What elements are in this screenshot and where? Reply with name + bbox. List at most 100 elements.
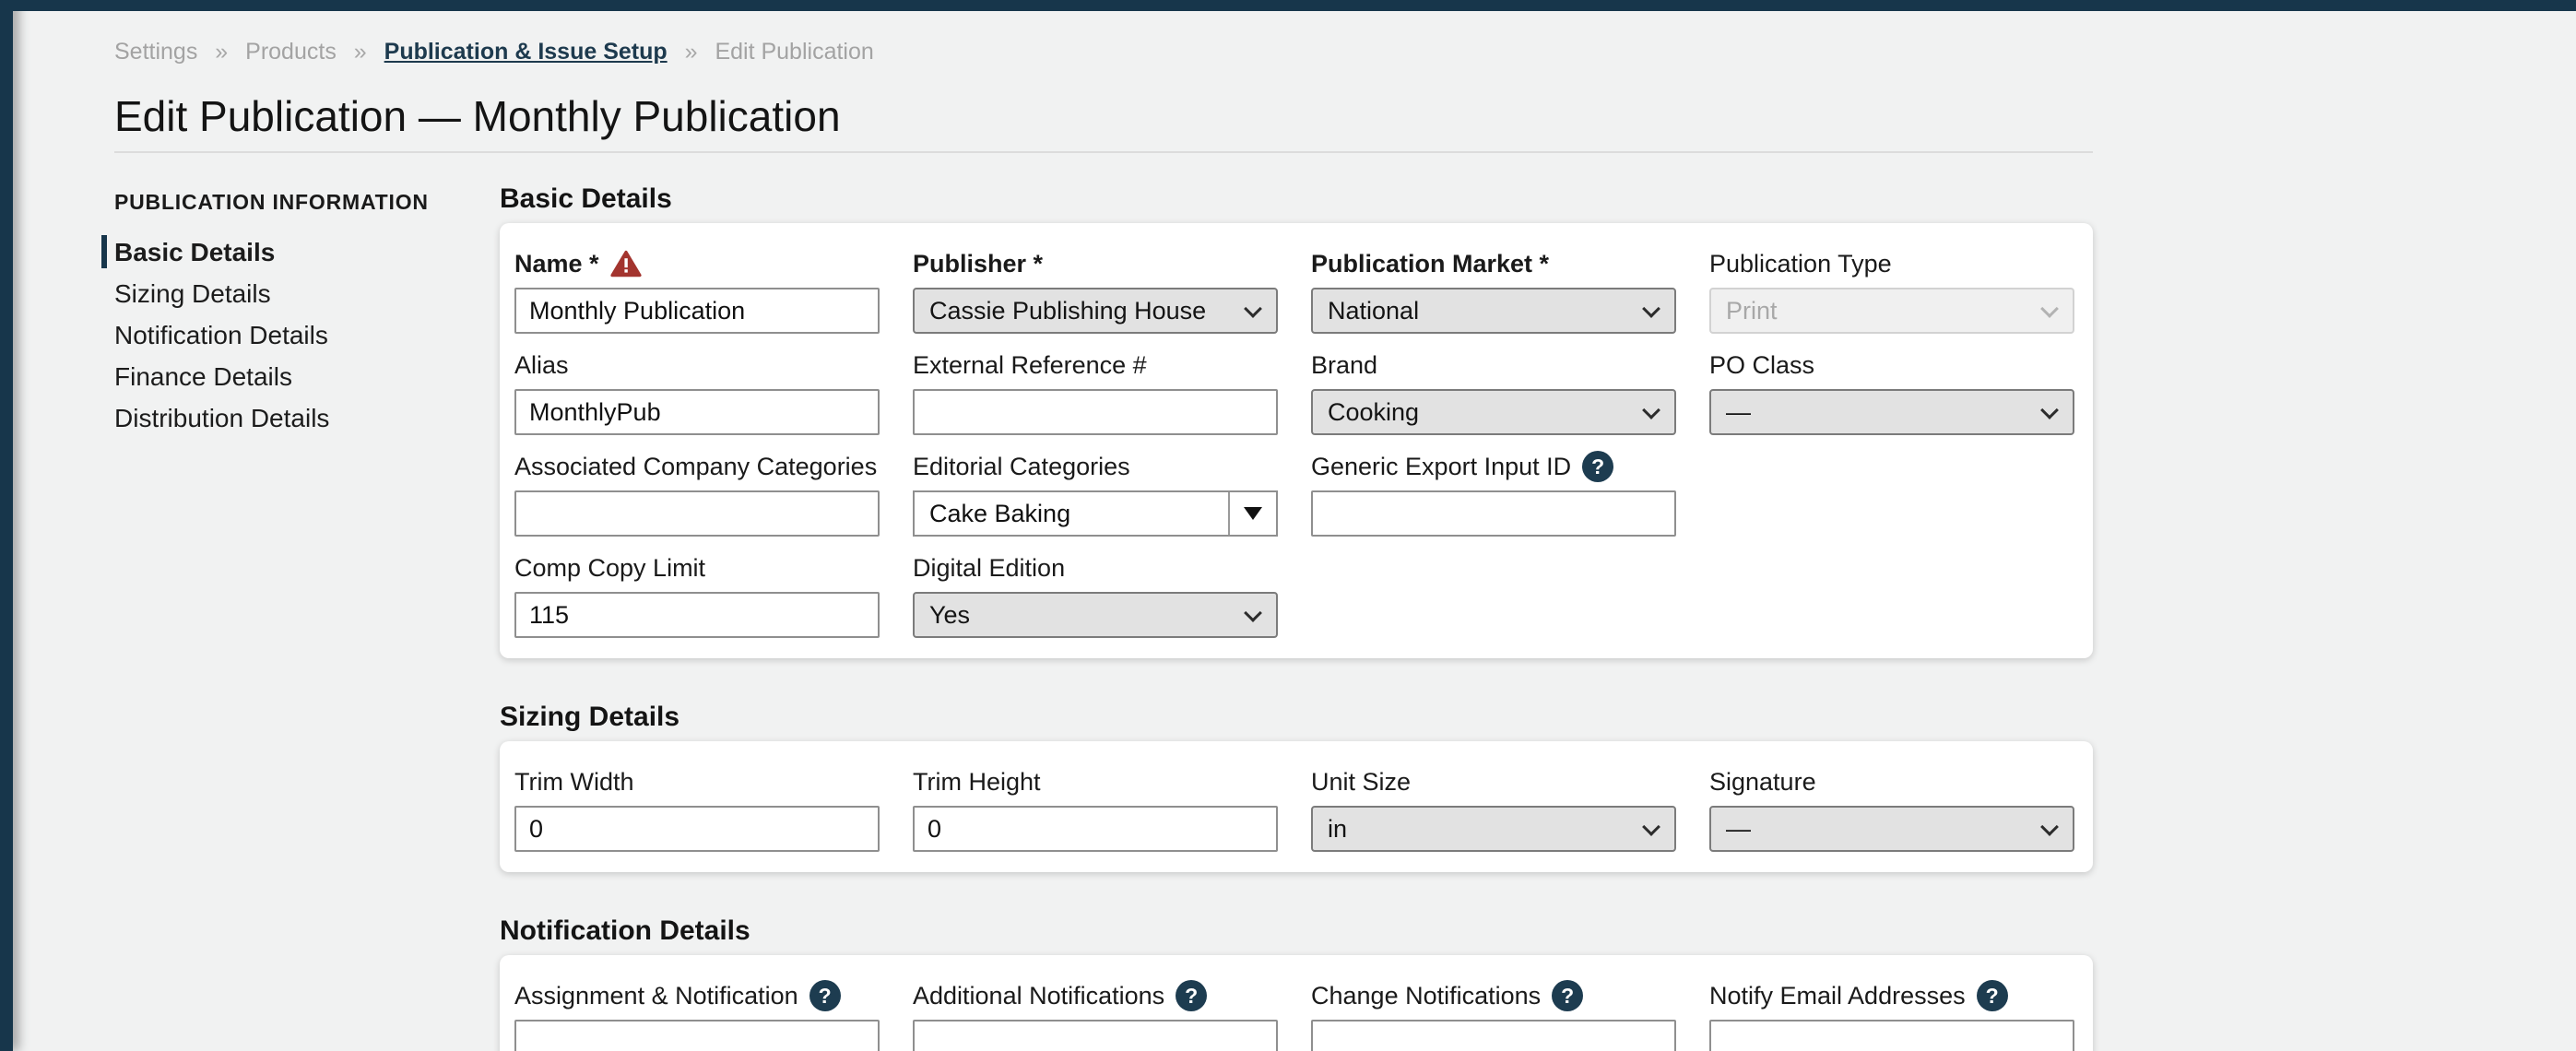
chevron-down-icon	[2040, 401, 2059, 419]
assignment-notification-label: Assignment & Notification	[514, 982, 798, 1010]
help-icon[interactable]: ?	[1176, 980, 1207, 1011]
field-generic-export-input-id: Generic Export Input ID ?	[1311, 450, 1676, 537]
change-notifications-label: Change Notifications	[1311, 982, 1541, 1010]
chevron-down-icon	[1244, 604, 1262, 622]
breadcrumb: Settings » Products » Publication & Issu…	[114, 39, 2576, 65]
additional-notifications-label: Additional Notifications	[913, 982, 1164, 1010]
associated-company-categories-input[interactable]	[514, 490, 880, 537]
notify-email-addresses-input[interactable]	[1709, 1020, 2074, 1051]
editorial-categories-value: Cake Baking	[915, 492, 1228, 535]
field-signature: Signature —	[1709, 765, 2074, 852]
po-class-label: PO Class	[1709, 351, 1814, 380]
active-indicator-bar	[101, 235, 107, 268]
section-title: Basic Details	[500, 184, 2093, 214]
breadcrumb-separator: »	[354, 39, 367, 65]
help-icon[interactable]: ?	[809, 980, 841, 1011]
trim-height-input[interactable]	[913, 806, 1278, 852]
breadcrumb-separator: »	[685, 39, 698, 65]
editorial-categories-dropdown-button[interactable]	[1228, 492, 1276, 535]
breadcrumb-publication-issue-setup-link[interactable]: Publication & Issue Setup	[384, 39, 668, 65]
section-sidebar: PUBLICATION INFORMATION Basic Details Si…	[114, 184, 500, 1051]
po-class-selected-value: —	[1726, 398, 1751, 427]
sizing-details-card: Trim Width Trim Height Unit Size in	[500, 741, 2093, 872]
publication-type-label: Publication Type	[1709, 250, 1892, 278]
section-title: Notification Details	[500, 916, 2093, 946]
field-publication-type: Publication Type Print	[1709, 247, 2074, 334]
comp-copy-limit-input[interactable]	[514, 592, 880, 638]
publisher-select[interactable]: Cassie Publishing House	[913, 288, 1278, 334]
warning-icon	[610, 250, 642, 278]
sidebar-item-notification-details[interactable]: Notification Details	[114, 314, 500, 356]
sidebar-item-finance-details[interactable]: Finance Details	[114, 356, 500, 397]
field-alias: Alias	[514, 348, 880, 435]
brand-select[interactable]: Cooking	[1311, 389, 1676, 435]
section-title: Sizing Details	[500, 703, 2093, 732]
breadcrumb-edit-publication: Edit Publication	[715, 39, 873, 65]
basic-details-card: Name *	[500, 223, 2093, 658]
sidebar-item-label: Sizing Details	[114, 279, 271, 308]
notify-email-addresses-label: Notify Email Addresses	[1709, 982, 1966, 1010]
publication-market-select[interactable]: National	[1311, 288, 1676, 334]
editorial-categories-combobox[interactable]: Cake Baking	[913, 490, 1278, 537]
publisher-label: Publisher *	[913, 250, 1043, 278]
field-change-notifications: Change Notifications ?	[1311, 979, 1676, 1051]
comp-copy-limit-label: Comp Copy Limit	[514, 554, 705, 583]
sidebar-item-distribution-details[interactable]: Distribution Details	[114, 397, 500, 439]
caret-down-icon	[1244, 507, 1262, 520]
left-edge-bar	[0, 0, 13, 1051]
publication-market-selected-value: National	[1328, 297, 1419, 325]
brand-label: Brand	[1311, 351, 1377, 380]
help-icon[interactable]: ?	[1552, 980, 1583, 1011]
signature-select[interactable]: —	[1709, 806, 2074, 852]
name-label: Name *	[514, 250, 599, 278]
external-reference-input[interactable]	[913, 389, 1278, 435]
grid-spacer	[1709, 450, 2074, 537]
alias-input[interactable]	[514, 389, 880, 435]
assignment-notification-input[interactable]	[514, 1020, 880, 1051]
trim-height-label: Trim Height	[913, 768, 1041, 797]
additional-notifications-input[interactable]	[913, 1020, 1278, 1051]
field-publication-market: Publication Market * National	[1311, 247, 1676, 334]
field-trim-width: Trim Width	[514, 765, 880, 852]
sidebar-item-sizing-details[interactable]: Sizing Details	[114, 273, 500, 314]
top-navigation-bar	[0, 0, 2576, 11]
trim-width-input[interactable]	[514, 806, 880, 852]
trim-width-label: Trim Width	[514, 768, 634, 797]
unit-size-select[interactable]: in	[1311, 806, 1676, 852]
field-comp-copy-limit: Comp Copy Limit	[514, 551, 880, 638]
sidebar-item-label: Distribution Details	[114, 404, 329, 432]
chevron-down-icon	[1642, 401, 1660, 419]
sidebar-item-basic-details[interactable]: Basic Details	[114, 231, 500, 273]
field-po-class: PO Class —	[1709, 348, 2074, 435]
app-window: Settings » Products » Publication & Issu…	[0, 0, 2576, 1051]
help-icon[interactable]: ?	[1977, 980, 2008, 1011]
section-sizing-details: Sizing Details Trim Width Trim Height	[500, 703, 2093, 872]
chevron-down-icon	[1244, 300, 1262, 318]
generic-export-input-id-label: Generic Export Input ID	[1311, 453, 1571, 481]
field-digital-edition: Digital Edition Yes	[913, 551, 1278, 638]
field-notify-email-addresses: Notify Email Addresses ?	[1709, 979, 2074, 1051]
notification-details-card: Assignment & Notification ? Additional N…	[500, 955, 2093, 1051]
field-name: Name *	[514, 247, 880, 334]
chevron-down-icon	[1642, 300, 1660, 318]
page: Settings » Products » Publication & Issu…	[114, 11, 2576, 1051]
sidebar-item-label: Finance Details	[114, 362, 292, 391]
sidebar-heading: PUBLICATION INFORMATION	[114, 190, 500, 215]
help-icon[interactable]: ?	[1582, 451, 1613, 482]
name-input[interactable]	[514, 288, 880, 334]
field-external-reference: External Reference #	[913, 348, 1278, 435]
title-divider	[114, 151, 2093, 153]
change-notifications-input[interactable]	[1311, 1020, 1676, 1051]
external-reference-label: External Reference #	[913, 351, 1147, 380]
digital-edition-select[interactable]: Yes	[913, 592, 1278, 638]
unit-size-selected-value: in	[1328, 815, 1347, 844]
field-assignment-notification: Assignment & Notification ?	[514, 979, 880, 1051]
digital-edition-label: Digital Edition	[913, 554, 1065, 583]
sidebar-item-label: Basic Details	[114, 238, 275, 266]
signature-selected-value: —	[1726, 815, 1751, 844]
field-unit-size: Unit Size in	[1311, 765, 1676, 852]
po-class-select[interactable]: —	[1709, 389, 2074, 435]
generic-export-input-id-input[interactable]	[1311, 490, 1676, 537]
page-title: Edit Publication — Monthly Publication	[114, 92, 2576, 140]
sidebar-item-label: Notification Details	[114, 321, 328, 349]
